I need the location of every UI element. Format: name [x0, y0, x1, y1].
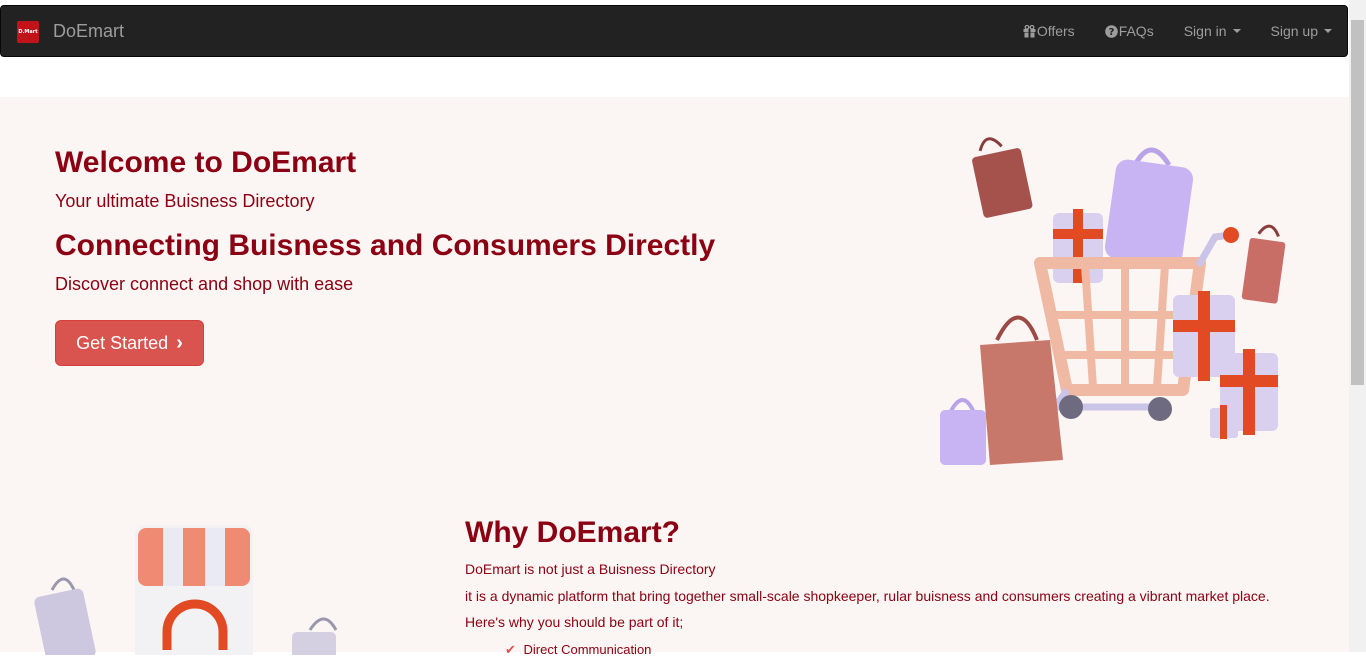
nav-faqs-label: FAQs — [1118, 23, 1154, 39]
hero-title: Welcome to DoEmart — [55, 146, 357, 179]
hero-headline: Connecting Buisness and Consumers Direct… — [55, 229, 716, 262]
hero-subtitle: Your ultimate Buisness Directory — [55, 191, 315, 211]
list-item-label: Direct Communication — [523, 642, 652, 657]
nav-offers-label: Offers — [1036, 23, 1075, 39]
why-section-title: Why DoEmart? — [465, 516, 681, 549]
nav-signin-dropdown[interactable]: Sign in — [1169, 6, 1256, 56]
why-paragraph-2: it is a dynamic platform that bring toge… — [465, 588, 1270, 604]
nav-faqs-link[interactable]: ? FAQs — [1090, 6, 1169, 56]
top-navbar: D.Mart DoEmart Offers ? FAQs Sign in Sig… — [0, 5, 1348, 57]
hero-tagline: Discover connect and shop with ease — [55, 274, 354, 294]
why-paragraph-1: DoEmart is not just a Buisness Directory — [465, 561, 716, 577]
check-icon: ✔ — [505, 642, 516, 657]
nav-signup-label: Sign up — [1270, 23, 1318, 39]
store-illustration — [34, 525, 338, 655]
why-paragraph-3: Here's why you should be part of it; — [465, 614, 684, 630]
shopping-cart-illustration — [940, 137, 1286, 465]
nav-signup-dropdown[interactable]: Sign up — [1256, 6, 1347, 56]
nav-offers-link[interactable]: Offers — [1008, 6, 1090, 56]
gift-icon — [1023, 24, 1036, 38]
brand-logo[interactable]: D.Mart — [17, 21, 39, 43]
caret-down-icon — [1324, 29, 1332, 33]
nav-signin-label: Sign in — [1183, 23, 1227, 39]
caret-down-icon — [1232, 29, 1241, 33]
scrollbar-thumb[interactable] — [1351, 20, 1364, 385]
brand-name[interactable]: DoEmart — [53, 21, 124, 42]
get-started-label: Get Started — [76, 332, 169, 353]
nav-menu: Offers ? FAQs Sign in Sign up — [1008, 6, 1347, 56]
hero-section: Welcome to DoEmart Your ultimate Buisnes… — [0, 97, 1349, 657]
vertical-scrollbar[interactable] — [1349, 0, 1366, 652]
chevron-right-icon: › — [176, 331, 183, 354]
svg-text:?: ? — [1108, 27, 1114, 38]
get-started-button[interactable]: Get Started › — [55, 320, 204, 366]
list-item: ✔ Direct Communication — [505, 642, 651, 658]
question-circle-icon: ? — [1104, 24, 1118, 38]
